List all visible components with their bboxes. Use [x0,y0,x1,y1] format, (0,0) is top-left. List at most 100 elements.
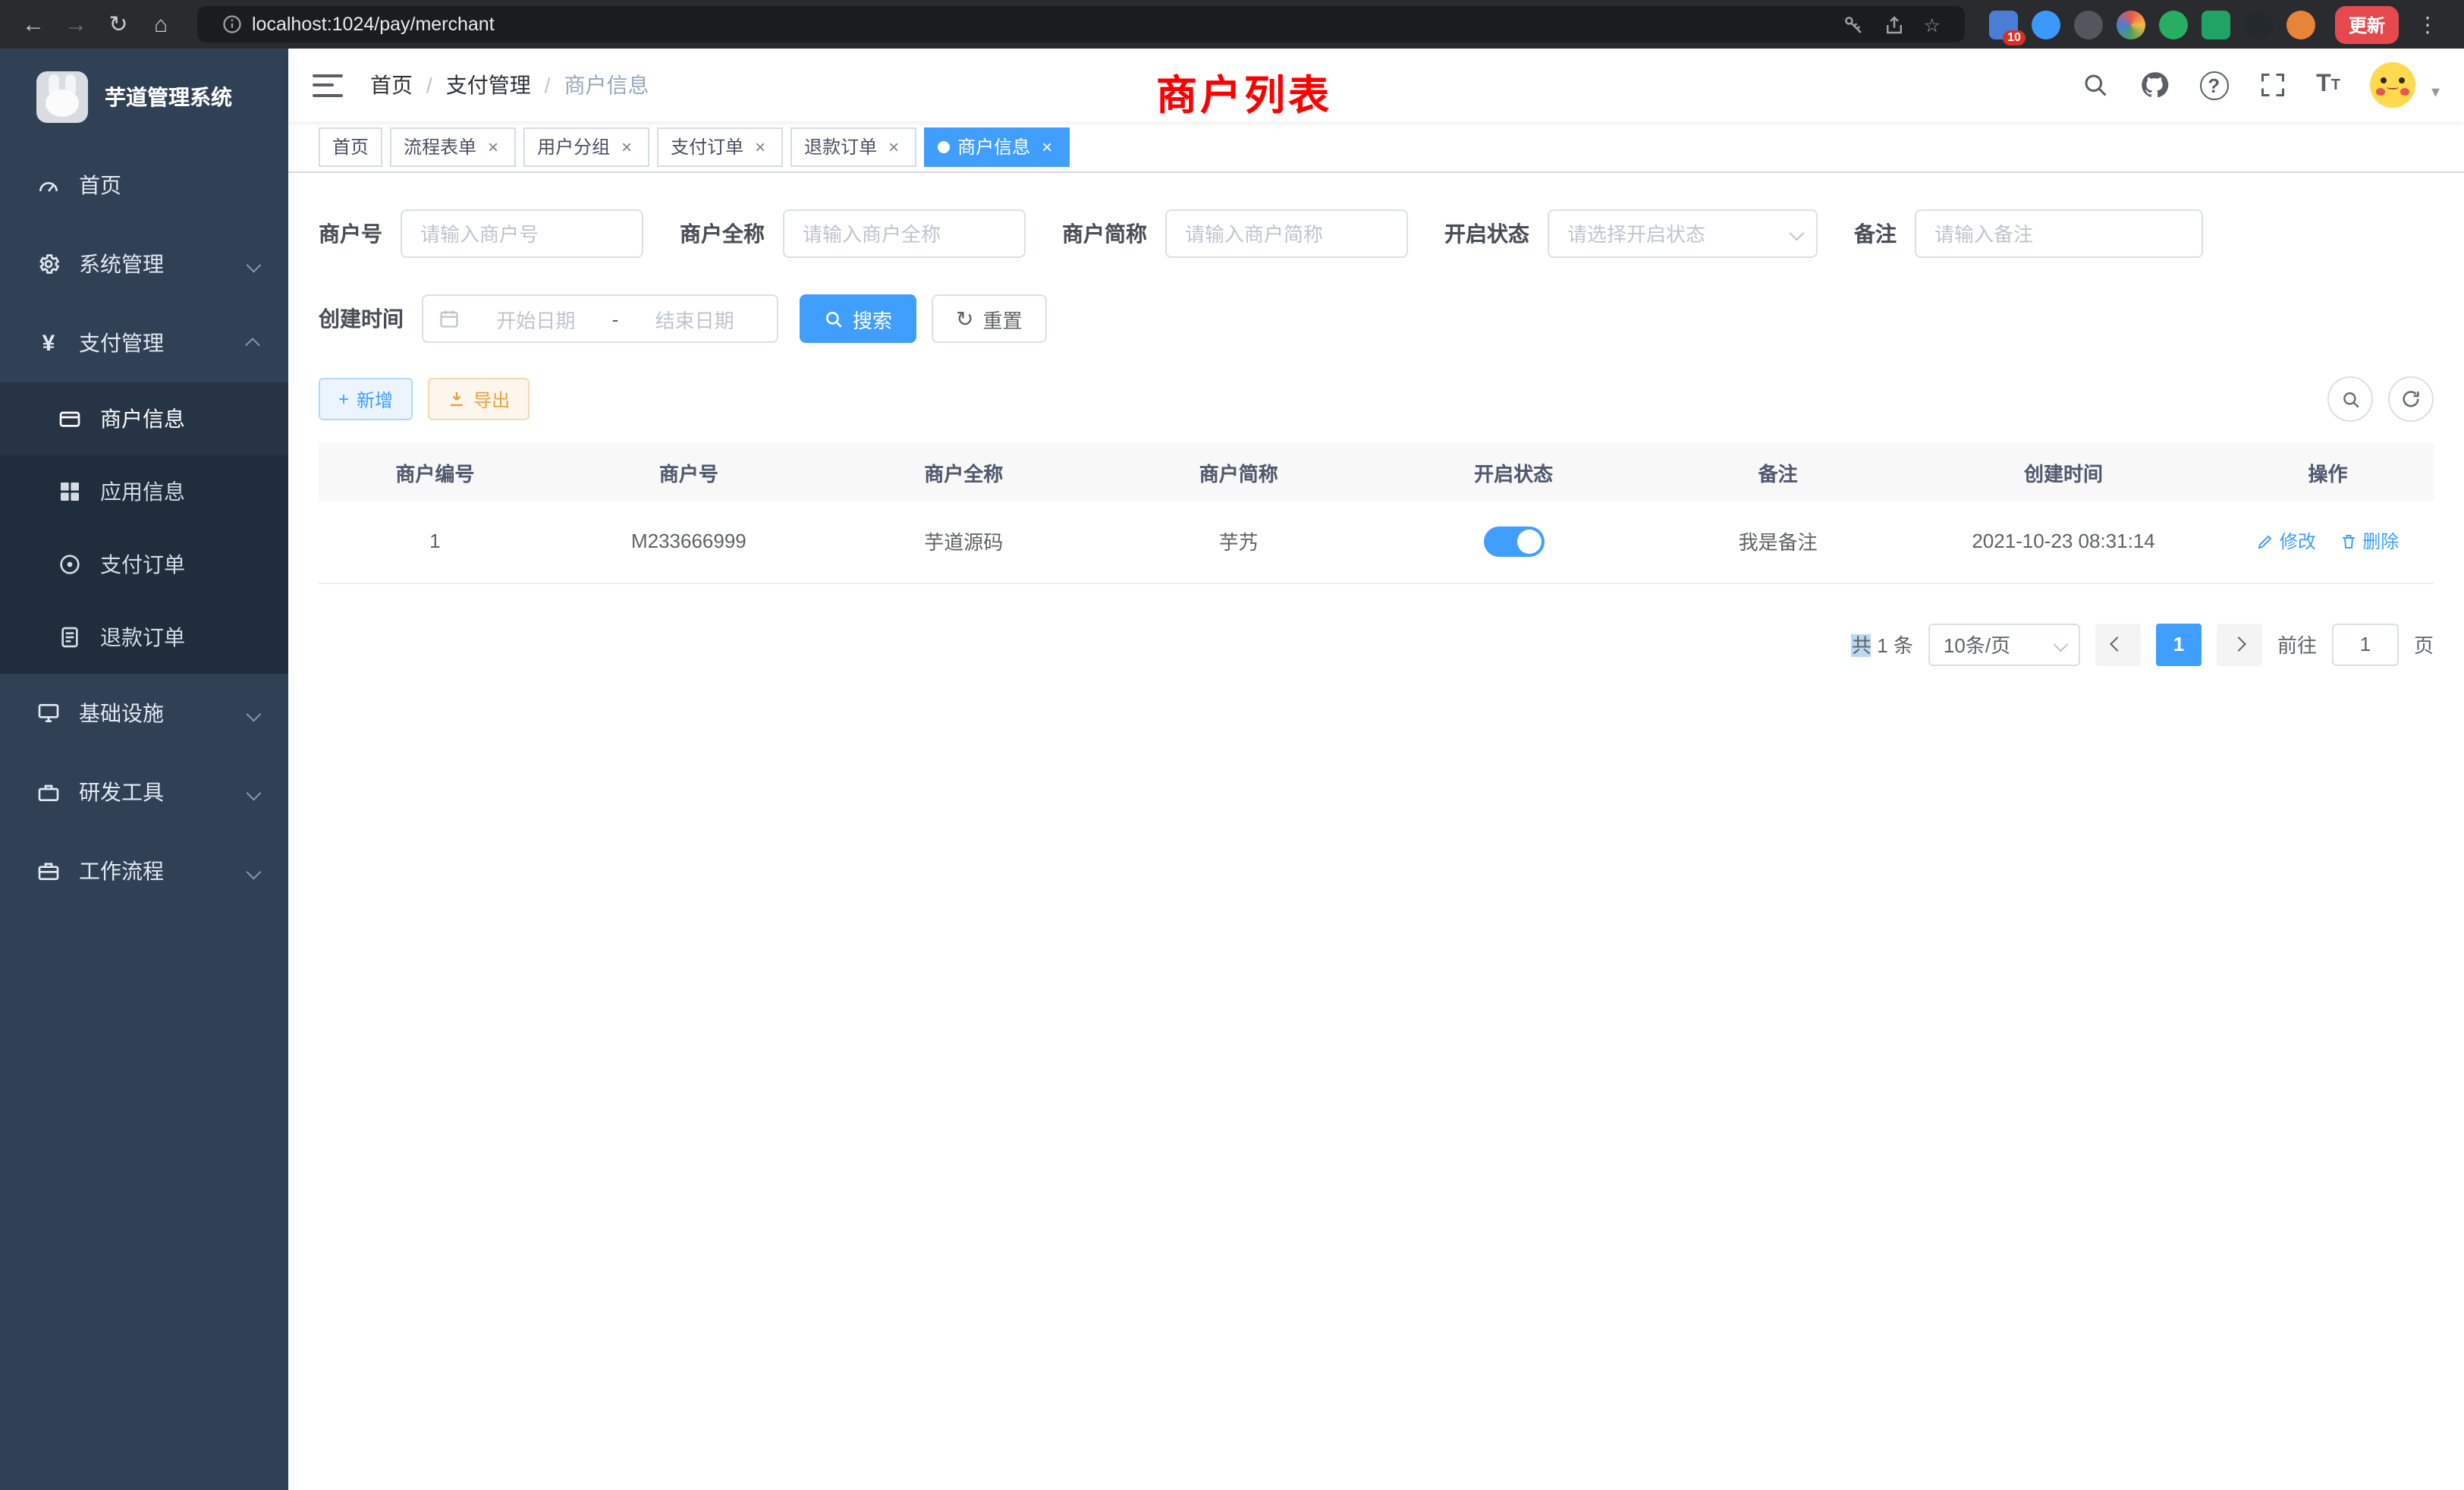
sidebar-item-workflow[interactable]: 工作流程 [0,831,288,910]
sidebar-item-label: 商户信息 [100,404,185,434]
delete-link[interactable]: 删除 [2340,528,2399,554]
navbar-actions: ? TT ▾ [2081,62,2440,108]
sidebar-item-merchant-info[interactable]: 商户信息 [0,382,288,455]
extension-icon[interactable] [2244,10,2273,39]
bank-card-icon [58,407,82,431]
page-content: 商户号 商户全称 商户简称 开启状态 [288,173,2464,1490]
page-size-value: 10条/页 [1944,630,2010,659]
page-annotation-title: 商户列表 [1156,62,1332,121]
avatar-detail [2400,77,2406,83]
edit-link[interactable]: 修改 [2257,528,2316,554]
close-icon[interactable]: × [751,136,769,157]
breadcrumb-item[interactable]: 支付管理 [446,70,531,100]
browser-reload-button[interactable]: ↻ [97,3,140,46]
status-select-input[interactable] [1548,209,1818,258]
sidebar-item-system[interactable]: 系统管理 [0,225,288,303]
search-button[interactable]: 搜索 [800,294,916,343]
extension-icon[interactable]: 10 [1989,10,2018,39]
search-icon [2340,389,2360,409]
goto-page-input[interactable] [2332,623,2399,665]
tab-process-form[interactable]: 流程表单 × [390,127,516,166]
extension-icon[interactable] [2117,10,2145,39]
tab-merchant-info[interactable]: 商户信息 × [924,127,1070,166]
browser-home-button[interactable]: ⌂ [140,3,182,46]
status-select[interactable] [1548,209,1818,258]
add-button[interactable]: + 新增 [319,378,413,420]
fullscreen-icon[interactable] [2258,71,2286,99]
tab-payment-orders[interactable]: 支付订单 × [657,127,783,166]
tab-label: 商户信息 [957,134,1030,159]
font-size-icon[interactable]: TT [2316,71,2340,99]
chevron-down-icon [247,252,258,276]
browser-menu-icon[interactable]: ⋮ [2412,11,2443,37]
pagination-total-count: 1 [1877,634,1887,657]
sidebar-item-devtools[interactable]: 研发工具 [0,753,288,831]
extension-icon[interactable] [2286,10,2315,39]
date-range-picker[interactable]: 开始日期 - 结束日期 [422,294,778,343]
page-size-select[interactable]: 10条/页 [1928,623,2080,665]
browser-forward-button[interactable]: → [55,3,97,46]
merchant-no-input[interactable] [401,209,643,258]
sidebar-item-app-info[interactable]: 应用信息 [0,455,288,528]
extension-icon[interactable] [2074,10,2103,39]
col-header: 商户简称 [1102,443,1376,501]
tab-label: 退款订单 [804,134,877,159]
search-icon[interactable] [2081,71,2108,99]
page-number-button[interactable]: 1 [2156,623,2202,665]
table-toolbar: + 新增 导出 [319,376,2434,422]
share-icon[interactable] [1883,13,1906,36]
export-button[interactable]: 导出 [428,378,530,420]
sidebar-item-label: 工作流程 [79,856,164,886]
refresh-table-button[interactable] [2388,376,2434,422]
github-icon[interactable] [2139,70,2169,100]
next-page-button[interactable] [2217,623,2262,665]
toggle-search-button[interactable] [2327,376,2373,422]
sidebar-item-refund-orders[interactable]: 退款订单 [0,601,288,674]
full-name-input[interactable] [783,209,1026,258]
avatar-detail [2381,77,2387,83]
sidebar-item-payment-orders[interactable]: 支付订单 [0,528,288,601]
prev-page-button[interactable] [2095,623,2141,665]
sidebar-item-label: 退款订单 [100,622,185,652]
browser-back-button[interactable]: ← [12,3,55,46]
extension-badge: 10 [2003,30,2026,45]
help-icon[interactable]: ? [2199,71,2228,99]
extension-icon[interactable] [2202,10,2230,39]
close-icon[interactable]: × [1038,136,1056,157]
reset-button[interactable]: ↻ 重置 [932,294,1047,343]
status-toggle[interactable] [1483,527,1544,557]
search-icon [824,309,844,328]
breadcrumb-item[interactable]: 首页 [370,70,413,100]
short-name-input[interactable] [1165,209,1408,258]
tab-label: 支付订单 [671,134,743,159]
avatar-detail [2387,85,2400,90]
breadcrumb-separator: / [545,73,551,97]
bookmark-star-icon[interactable]: ☆ [1924,13,1941,36]
close-icon[interactable]: × [885,136,903,157]
site-info-icon[interactable] [222,14,243,35]
user-avatar[interactable] [2371,62,2416,108]
extension-icon[interactable] [2032,10,2060,39]
caret-down-icon[interactable]: ▾ [2431,82,2440,108]
browser-update-button[interactable]: 更新 [2335,5,2399,43]
reset-button-label: 重置 [983,304,1023,333]
tab-refund-orders[interactable]: 退款订单 × [790,127,916,166]
close-icon[interactable]: × [484,136,502,157]
search-button-label: 搜索 [853,304,892,333]
sidebar-item-payment[interactable]: ¥ 支付管理 [0,303,288,382]
tab-user-group[interactable]: 用户分组 × [523,127,649,166]
tab-home[interactable]: 首页 [319,127,382,166]
sidebar-item-infrastructure[interactable]: 基础设施 [0,674,288,753]
goto-page-unit: 页 [2414,630,2434,659]
sidebar-item-home[interactable]: 首页 [0,146,288,225]
filter-label: 创建时间 [319,303,404,334]
hamburger-icon[interactable] [313,74,343,96]
remark-input[interactable] [1915,209,2203,258]
address-bar[interactable]: localhost:1024/pay/merchant ☆ [197,6,1965,42]
extension-icon[interactable] [2159,10,2188,39]
goto-label: 前往 [2277,630,2317,659]
close-icon[interactable]: × [618,136,636,157]
toolbox-icon [36,780,61,804]
col-header: 商户全称 [826,443,1101,501]
password-key-icon[interactable] [1842,13,1865,36]
